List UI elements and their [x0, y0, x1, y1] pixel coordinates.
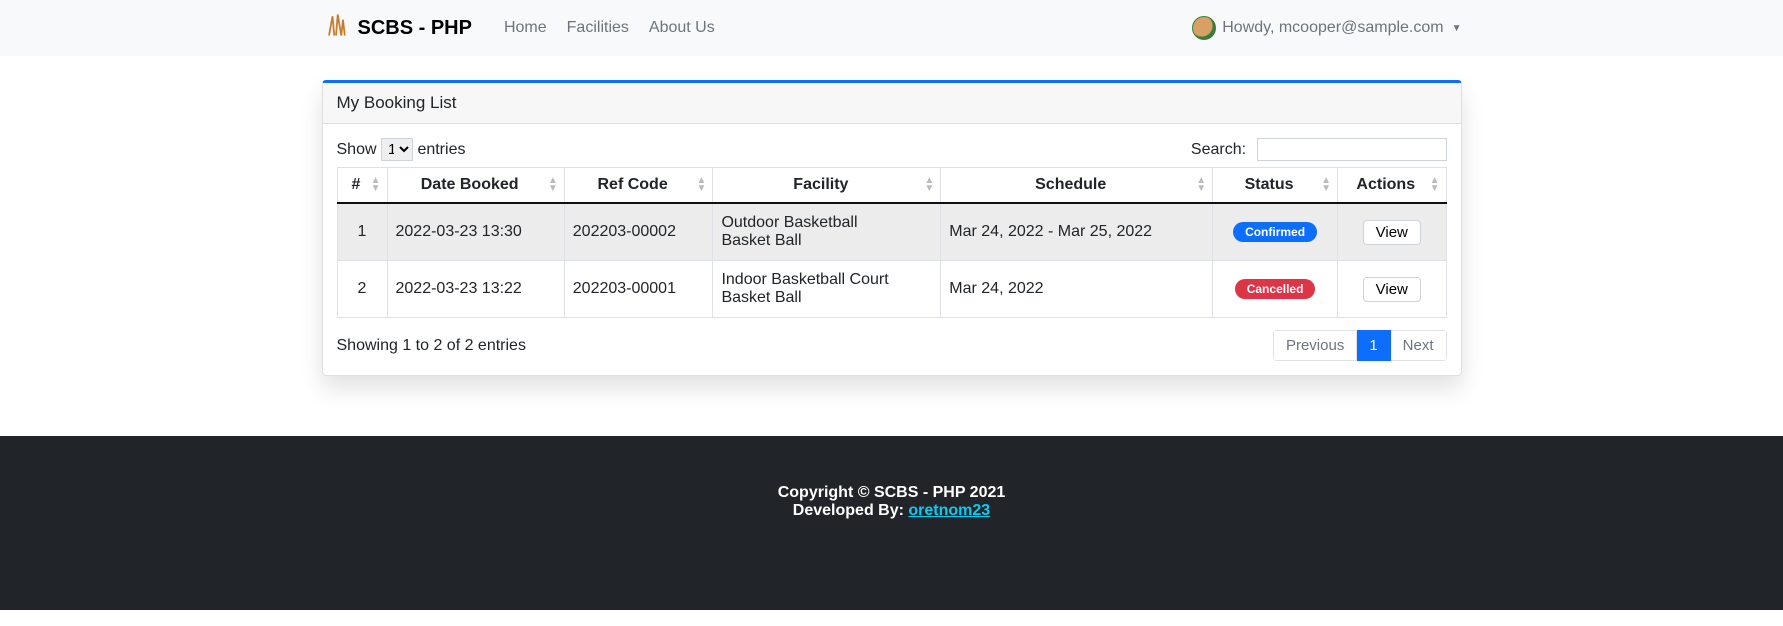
cell-ref-code: 202203-00002	[564, 203, 713, 261]
length-suffix: entries	[417, 141, 465, 158]
brand-link[interactable]: SCBS - PHP	[322, 11, 472, 45]
user-greeting: Howdy, mcooper@sample.com	[1222, 19, 1443, 37]
col-header-schedule[interactable]: Schedule ▲▼	[941, 168, 1213, 204]
status-badge: Cancelled	[1235, 279, 1316, 299]
table-row: 22022-03-23 13:22202203-00001Indoor Bask…	[337, 261, 1446, 318]
cell-status: Cancelled	[1213, 261, 1338, 318]
view-button[interactable]: View	[1363, 220, 1421, 245]
length-prefix: Show	[337, 141, 377, 158]
col-header-index[interactable]: # ▲▼	[337, 168, 387, 204]
booking-list-card: My Booking List Show 10 entries Search:	[322, 80, 1462, 376]
table-info: Showing 1 to 2 of 2 entries	[337, 337, 526, 355]
sort-icon: ▲▼	[548, 177, 558, 193]
cell-status: Confirmed	[1213, 203, 1338, 261]
nav-link-facilities[interactable]: Facilities	[567, 19, 629, 37]
nav-link-home[interactable]: Home	[504, 19, 547, 37]
top-navbar: SCBS - PHP Home Facilities About Us Howd…	[0, 0, 1783, 56]
sort-icon: ▲▼	[697, 177, 707, 193]
sort-icon: ▲▼	[1196, 177, 1206, 193]
view-button[interactable]: View	[1363, 277, 1421, 302]
cell-index: 2	[337, 261, 387, 318]
brand-text: SCBS - PHP	[358, 17, 472, 40]
table-search-control: Search:	[1191, 138, 1447, 161]
nav-link-about[interactable]: About Us	[649, 19, 715, 37]
cell-date-booked: 2022-03-23 13:22	[387, 261, 564, 318]
search-input[interactable]	[1257, 138, 1447, 161]
cell-date-booked: 2022-03-23 13:30	[387, 203, 564, 261]
search-label: Search:	[1191, 141, 1246, 158]
cell-actions: View	[1338, 203, 1446, 261]
table-row: 12022-03-23 13:30202203-00002Outdoor Bas…	[337, 203, 1446, 261]
col-header-actions[interactable]: Actions ▲▼	[1338, 168, 1446, 204]
table-length-control: Show 10 entries	[337, 138, 466, 161]
cell-facility: Outdoor BasketballBasket Ball	[713, 203, 941, 261]
caret-down-icon: ▼	[1452, 23, 1462, 34]
length-select[interactable]: 10	[381, 138, 413, 161]
sort-icon: ▲▼	[371, 177, 381, 193]
cell-ref-code: 202203-00001	[564, 261, 713, 318]
avatar-icon	[1192, 16, 1216, 40]
footer-dev-prefix: Developed By:	[793, 502, 909, 519]
col-header-facility[interactable]: Facility ▲▼	[713, 168, 941, 204]
page-prev-button[interactable]: Previous	[1273, 330, 1357, 361]
cell-schedule: Mar 24, 2022	[941, 261, 1213, 318]
col-header-status[interactable]: Status ▲▼	[1213, 168, 1338, 204]
nav-links: Home Facilities About Us	[504, 19, 715, 37]
sort-icon: ▲▼	[1321, 177, 1331, 193]
col-header-ref-code[interactable]: Ref Code ▲▼	[564, 168, 713, 204]
pagination: Previous 1 Next	[1273, 330, 1447, 361]
footer-dev-link[interactable]: oretnom23	[908, 502, 990, 519]
card-title: My Booking List	[323, 83, 1461, 124]
cell-actions: View	[1338, 261, 1446, 318]
sort-icon: ▲▼	[924, 177, 934, 193]
page-next-button[interactable]: Next	[1391, 330, 1447, 361]
cell-schedule: Mar 24, 2022 - Mar 25, 2022	[941, 203, 1213, 261]
cell-facility: Indoor Basketball CourtBasket Ball	[713, 261, 941, 318]
col-header-date-booked[interactable]: Date Booked ▲▼	[387, 168, 564, 204]
brand-logo-icon	[322, 11, 350, 45]
status-badge: Confirmed	[1233, 222, 1317, 242]
user-menu-dropdown[interactable]: Howdy, mcooper@sample.com ▼	[1192, 16, 1461, 40]
sort-icon: ▲▼	[1430, 177, 1440, 193]
page-number-button[interactable]: 1	[1357, 330, 1390, 361]
cell-index: 1	[337, 203, 387, 261]
site-footer: Copyright © SCBS - PHP 2021 Developed By…	[0, 436, 1783, 610]
booking-table: # ▲▼ Date Booked ▲▼ Ref Code ▲▼ Facili	[337, 167, 1447, 318]
footer-copyright: Copyright © SCBS - PHP 2021	[0, 484, 1783, 502]
